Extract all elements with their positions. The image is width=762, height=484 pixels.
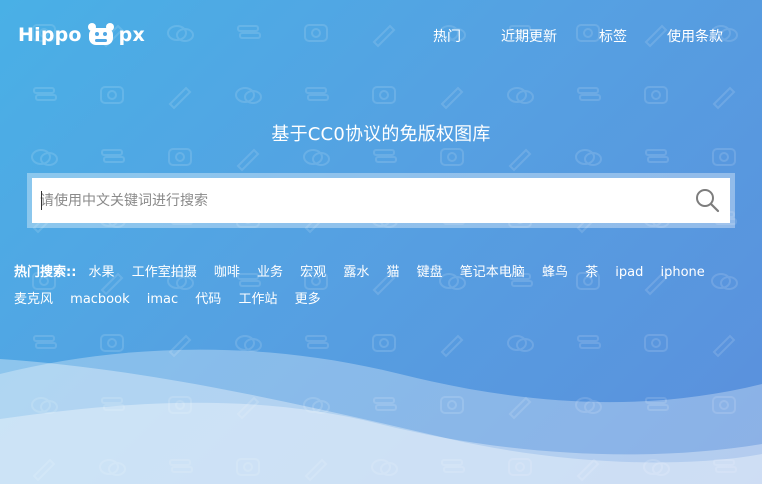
hot-tag[interactable]: 工作站: [238, 292, 277, 307]
hot-tag[interactable]: ipad: [615, 265, 643, 280]
pattern-doodle-icon: [712, 148, 736, 166]
search-icon[interactable]: [694, 187, 720, 213]
pattern-doodle-icon: [303, 149, 330, 166]
hot-tag[interactable]: 宏观: [300, 265, 326, 280]
hot-tag[interactable]: 麦克风: [14, 292, 53, 307]
pattern-doodle-icon: [507, 87, 534, 104]
pattern-doodle-icon: [305, 87, 329, 101]
hot-tag[interactable]: 露水: [343, 265, 369, 280]
pattern-doodle-icon: [33, 87, 57, 101]
nav-item-recent[interactable]: 近期更新: [501, 26, 557, 46]
pattern-doodle-icon: [645, 149, 669, 163]
hot-tag[interactable]: imac: [147, 292, 178, 307]
pattern-doodle-icon: [644, 86, 668, 104]
nav-item-tags[interactable]: 标签: [599, 26, 627, 46]
search-bar: [27, 173, 735, 228]
pattern-doodle-icon: [235, 87, 262, 104]
pattern-doodle-icon: [575, 149, 602, 166]
hot-tag[interactable]: 更多: [295, 292, 321, 307]
hot-search: 热门搜索:: 水果 工作室拍摄 咖啡 业务 宏观 露水 猫 键盘 笔记本电脑 蜂…: [14, 259, 754, 313]
hot-tag[interactable]: 业务: [257, 265, 283, 280]
pattern-doodle-icon: [236, 148, 260, 172]
pattern-doodle-icon: [168, 86, 192, 110]
hot-tag-list: 水果 工作室拍摄 咖啡 业务 宏观 露水 猫 键盘 笔记本电脑 蜂鸟 茶 ipa…: [14, 265, 718, 307]
pattern-doodle-icon: [372, 86, 396, 104]
hot-tag[interactable]: 键盘: [417, 265, 443, 280]
hot-tag[interactable]: 茶: [585, 265, 598, 280]
hot-search-label: 热门搜索::: [14, 265, 77, 280]
hot-tag[interactable]: 工作室拍摄: [132, 265, 197, 280]
pattern-doodle-icon: [100, 86, 124, 104]
text-cursor: [41, 191, 42, 210]
pattern-doodle-icon: [168, 148, 192, 166]
hot-tag[interactable]: iphone: [661, 265, 705, 280]
pattern-doodle-icon: [508, 148, 532, 172]
top-nav: 热门 近期更新 标签 使用条款: [0, 26, 762, 46]
hot-tag[interactable]: 水果: [89, 265, 115, 280]
hero-title: 基于CC0协议的免版权图库: [271, 124, 491, 145]
hot-tag[interactable]: 代码: [195, 292, 221, 307]
pattern-doodle-icon: [31, 149, 58, 166]
pattern-doodle-icon: [577, 87, 601, 101]
wave-decoration: [0, 349, 762, 484]
hot-tag[interactable]: 咖啡: [214, 265, 240, 280]
pattern-doodle-icon: [440, 86, 464, 110]
pattern-doodle-icon: [440, 148, 464, 166]
hot-tag[interactable]: 笔记本电脑: [460, 265, 525, 280]
hot-tag[interactable]: macbook: [70, 292, 129, 307]
pattern-doodle-icon: [101, 149, 125, 163]
nav-item-hot[interactable]: 热门: [433, 26, 461, 46]
search-input[interactable]: [32, 180, 680, 221]
search-box: [32, 178, 730, 223]
hot-tag[interactable]: 猫: [386, 265, 399, 280]
hot-tag[interactable]: 蜂鸟: [542, 265, 568, 280]
pattern-doodle-icon: [712, 86, 736, 110]
nav-item-terms[interactable]: 使用条款: [667, 26, 723, 46]
pattern-doodle-icon: [373, 149, 397, 163]
